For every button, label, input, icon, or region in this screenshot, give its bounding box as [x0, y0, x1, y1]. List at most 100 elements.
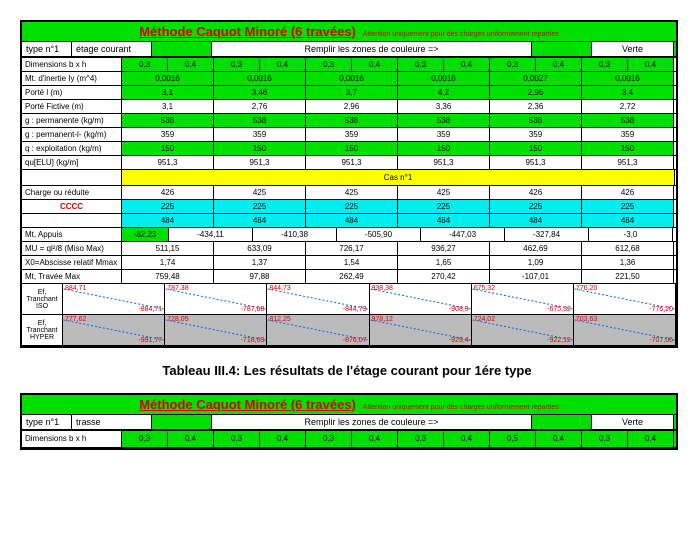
cell: 359	[122, 128, 214, 141]
cell: 221,50	[582, 270, 674, 283]
cell: 359	[398, 128, 490, 141]
cas-row: Cas n°1	[22, 170, 676, 186]
cell: 538	[398, 114, 490, 127]
cell: 2,96	[306, 100, 398, 113]
cell: 150	[398, 142, 490, 155]
cell: 0,0027	[490, 72, 582, 85]
cell: 1,36	[582, 256, 674, 269]
cell: 359	[490, 128, 582, 141]
row-cccc: CCCC 225225225225225225	[22, 200, 676, 214]
cell: 3,4	[582, 86, 674, 99]
cell: 225	[306, 200, 398, 213]
fill-color: Verte	[592, 42, 674, 56]
cell: 425	[398, 186, 490, 199]
cell: 484	[122, 214, 214, 227]
row-charge: Charge ou réduite 426425425425426426	[22, 186, 676, 200]
cell: 262,49	[306, 270, 398, 283]
cell: 726,17	[306, 242, 398, 255]
table1: Méthode Caquot Minoré (6 travées) Attent…	[20, 20, 678, 348]
fill-label: Remplir les zones de couleure =>	[212, 42, 532, 56]
row-fictive: Porté Fictive (m)3,12,762,963,362,362,72	[22, 100, 676, 114]
cell: 150	[214, 142, 306, 155]
cell: 538	[122, 114, 214, 127]
cell: 2,36	[490, 100, 582, 113]
cell: 1,54	[306, 256, 398, 269]
cell: 951,3	[214, 156, 306, 169]
cell: 484	[398, 214, 490, 227]
cell: 97,88	[214, 270, 306, 283]
cell: 426	[490, 186, 582, 199]
cell: 426	[582, 186, 674, 199]
cell: 538	[306, 114, 398, 127]
cell: 538	[214, 114, 306, 127]
row-appuis: Mt, Appuis -82,23 -434,11-410,38-505,90-…	[22, 228, 676, 242]
row-q: q : exploitation (kg/m)15015015015015015…	[22, 142, 676, 156]
cell: 484	[306, 214, 398, 227]
cell: 538	[582, 114, 674, 127]
cell: 2,72	[582, 100, 674, 113]
cell: 359	[582, 128, 674, 141]
row-inertie: Mt. d'inertie Iy (m^4)0,00160,00160,0016…	[22, 72, 676, 86]
cell: 3,1	[122, 86, 214, 99]
row-qu: qu[ELU] (kg/m] 951,3951,3951,3951,3951,3…	[22, 156, 676, 170]
cell: 936,27	[398, 242, 490, 255]
subtitle: Attention uniquement pour des charges un…	[363, 31, 559, 38]
cell: 225	[490, 200, 582, 213]
cell: 3,46	[214, 86, 306, 99]
cell: 3,36	[398, 100, 490, 113]
cas-label: Cas n°1	[122, 170, 675, 185]
row-x0: X0=Abscisse relatif Mmax 1,741,371,541,6…	[22, 256, 676, 270]
cell: 484	[582, 214, 674, 227]
cell: -107,01	[490, 270, 582, 283]
cell: 0,0016	[398, 72, 490, 85]
cell: 951,3	[582, 156, 674, 169]
cell: 4,2	[398, 86, 490, 99]
type-label: type n°1	[22, 42, 72, 56]
cell: 150	[490, 142, 582, 155]
cell: 270,42	[398, 270, 490, 283]
row-mt: Mt, Travée Max 759,4897,88262,49270,42-1…	[22, 270, 676, 284]
t2-dim-row: Dimensions b x h 0,30,40,30,40,30,40,30,…	[22, 431, 676, 448]
table2: Méthode Caquot Minoré (6 travées) Attent…	[20, 393, 678, 450]
cell: 3,7	[306, 86, 398, 99]
row-mu: MU = ql²/8 (Miso Max) 511,15633,09726,17…	[22, 242, 676, 256]
cell: 0,0016	[306, 72, 398, 85]
cell: 951,3	[398, 156, 490, 169]
cell: 951,3	[490, 156, 582, 169]
cell: 150	[306, 142, 398, 155]
caption: Tableau III.4: Les résultats de l'étage …	[20, 363, 674, 378]
cell: 0,0016	[582, 72, 674, 85]
cell: 225	[398, 200, 490, 213]
cell: 951,3	[122, 156, 214, 169]
shear-hyper: Ef, Tranchant HYPER 777,62-991,77 728,05…	[22, 315, 676, 346]
cell: 359	[306, 128, 398, 141]
cell: 1,65	[398, 256, 490, 269]
row-g: g : permanente (kg/m)538538538538538538	[22, 114, 676, 128]
shear-iso: Ef, Tranchant ISO 884,71-884,71 787,38-7…	[22, 284, 676, 315]
cell: 612,68	[582, 242, 674, 255]
cell: 951,3	[306, 156, 398, 169]
cell: 511,15	[122, 242, 214, 255]
cell: 150	[582, 142, 674, 155]
cell: 426	[122, 186, 214, 199]
row-dim: Dimensions b x h0,30,40,30,40,30,40,30,4…	[22, 58, 676, 72]
cell: 633,09	[214, 242, 306, 255]
cell: 484	[490, 214, 582, 227]
type-row: type n°1 étage courant Remplir les zones…	[22, 42, 676, 58]
title: Méthode Caquot Minoré (6 travées)	[139, 24, 356, 39]
row-porte: Porté l (m)3,13,463,74,22,963,4	[22, 86, 676, 100]
row-cyan2: 484484484484484484	[22, 214, 676, 228]
cell: 1,09	[490, 256, 582, 269]
cell: 225	[122, 200, 214, 213]
row-gp: g : permanent-l- (kg/m)35935935935935935…	[22, 128, 676, 142]
cell: 538	[490, 114, 582, 127]
cell: 759,48	[122, 270, 214, 283]
cell: 150	[122, 142, 214, 155]
cell: 0,0016	[122, 72, 214, 85]
cell: 2,96	[490, 86, 582, 99]
cell: 2,76	[214, 100, 306, 113]
cell: 462,69	[490, 242, 582, 255]
cell: 225	[582, 200, 674, 213]
cell: 1,37	[214, 256, 306, 269]
type-val: étage courant	[72, 42, 152, 56]
